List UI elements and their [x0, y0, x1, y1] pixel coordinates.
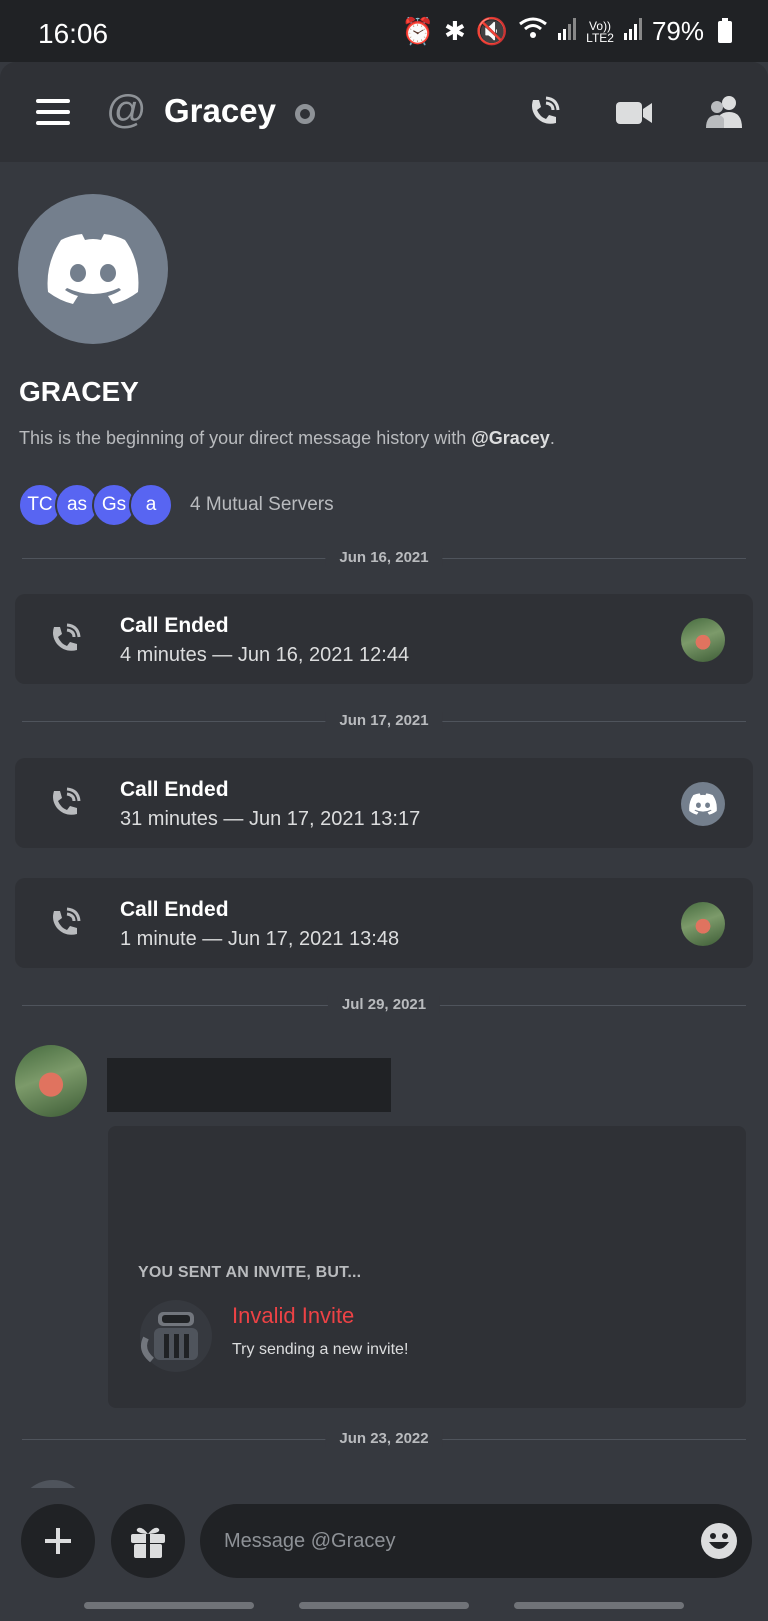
add-attachment-button[interactable] [21, 1504, 95, 1578]
discord-logo-icon [689, 793, 717, 815]
network-type: Vo)) LTE2 [586, 18, 614, 45]
channel-title[interactable]: Gracey [164, 92, 276, 130]
battery-icon [718, 17, 732, 43]
intro-description: This is the beginning of your direct mes… [19, 428, 555, 448]
date-divider: Jun 23, 2022 [22, 1430, 746, 1450]
call-ended-card[interactable]: Call Ended 1 minute — Jun 17, 2021 13:48 [15, 878, 753, 968]
members-icon[interactable] [704, 92, 744, 132]
call-ended-card[interactable]: Call Ended 31 minutes — Jun 17, 2021 13:… [15, 758, 753, 848]
call-detail: 31 minutes — Jun 17, 2021 13:17 [120, 808, 421, 830]
gift-icon [131, 1527, 165, 1558]
alarm-icon: ⏰ [401, 16, 434, 46]
call-title: Call Ended [120, 614, 229, 637]
phone-call-icon [53, 623, 81, 651]
bluetooth-icon: ✱ [443, 16, 466, 46]
call-title: Call Ended [120, 778, 229, 801]
gift-button[interactable] [111, 1504, 185, 1578]
wifi-icon [518, 16, 548, 47]
participant-avatar [681, 618, 725, 662]
redacted-message-header [107, 1058, 391, 1112]
signal-icon [623, 16, 642, 47]
call-title: Call Ended [120, 898, 229, 921]
mutual-servers-label: 4 Mutual Servers [190, 494, 334, 515]
call-detail: 4 minutes — Jun 16, 2021 12:44 [120, 644, 410, 666]
user-handle: @Gracey [471, 428, 550, 448]
invite-embed-header: YOU SENT AN INVITE, BUT... [138, 1264, 362, 1281]
call-detail: 1 minute — Jun 17, 2021 13:48 [120, 928, 400, 950]
user-avatar[interactable] [18, 194, 168, 344]
message-composer [0, 1488, 768, 1621]
server-icon: a [129, 483, 173, 527]
phone-call-icon [53, 907, 81, 935]
clock: 16:06 [38, 18, 109, 49]
plus-icon [45, 1528, 71, 1554]
call-ended-card[interactable]: Call Ended 4 minutes — Jun 16, 2021 12:4… [15, 594, 753, 684]
message-input[interactable] [200, 1504, 752, 1578]
participant-avatar [681, 902, 725, 946]
system-nav-handle [84, 1602, 254, 1609]
status-bar: 16:06 ⏰ ✱ 🔇 Vo)) LTE2 79% [0, 0, 768, 62]
invite-status-subtitle: Try sending a new invite! [232, 1341, 409, 1358]
channel-header: @ Gracey [0, 62, 768, 162]
invite-embed: YOU SENT AN INVITE, BUT... Invalid Invit… [108, 1126, 746, 1408]
status-idle-icon [295, 104, 315, 124]
invite-status-title: Invalid Invite [232, 1303, 355, 1328]
mutual-servers[interactable]: TC as Gs a 4 Mutual Servers [18, 483, 334, 527]
phone-call-icon [53, 787, 81, 815]
video-icon[interactable] [614, 92, 654, 132]
signal-icon [558, 16, 577, 47]
at-icon: @ [106, 88, 147, 132]
profile-name: GRACEY [19, 376, 139, 407]
system-nav-handle [514, 1602, 684, 1609]
discord-logo-icon [47, 234, 139, 304]
date-divider: Jun 16, 2021 [22, 549, 746, 569]
date-divider: Jun 17, 2021 [22, 712, 746, 732]
phone-call-icon[interactable] [524, 92, 564, 132]
date-divider: Jul 29, 2021 [22, 996, 746, 1016]
menu-icon[interactable] [36, 99, 70, 125]
participant-avatar [681, 782, 725, 826]
system-nav-handle [299, 1602, 469, 1609]
emoji-icon[interactable] [700, 1522, 738, 1560]
battery-level: 79% [651, 16, 704, 46]
message-author-avatar[interactable] [15, 1045, 87, 1117]
broken-robot-icon [140, 1300, 212, 1372]
mute-icon: 🔇 [475, 16, 509, 46]
